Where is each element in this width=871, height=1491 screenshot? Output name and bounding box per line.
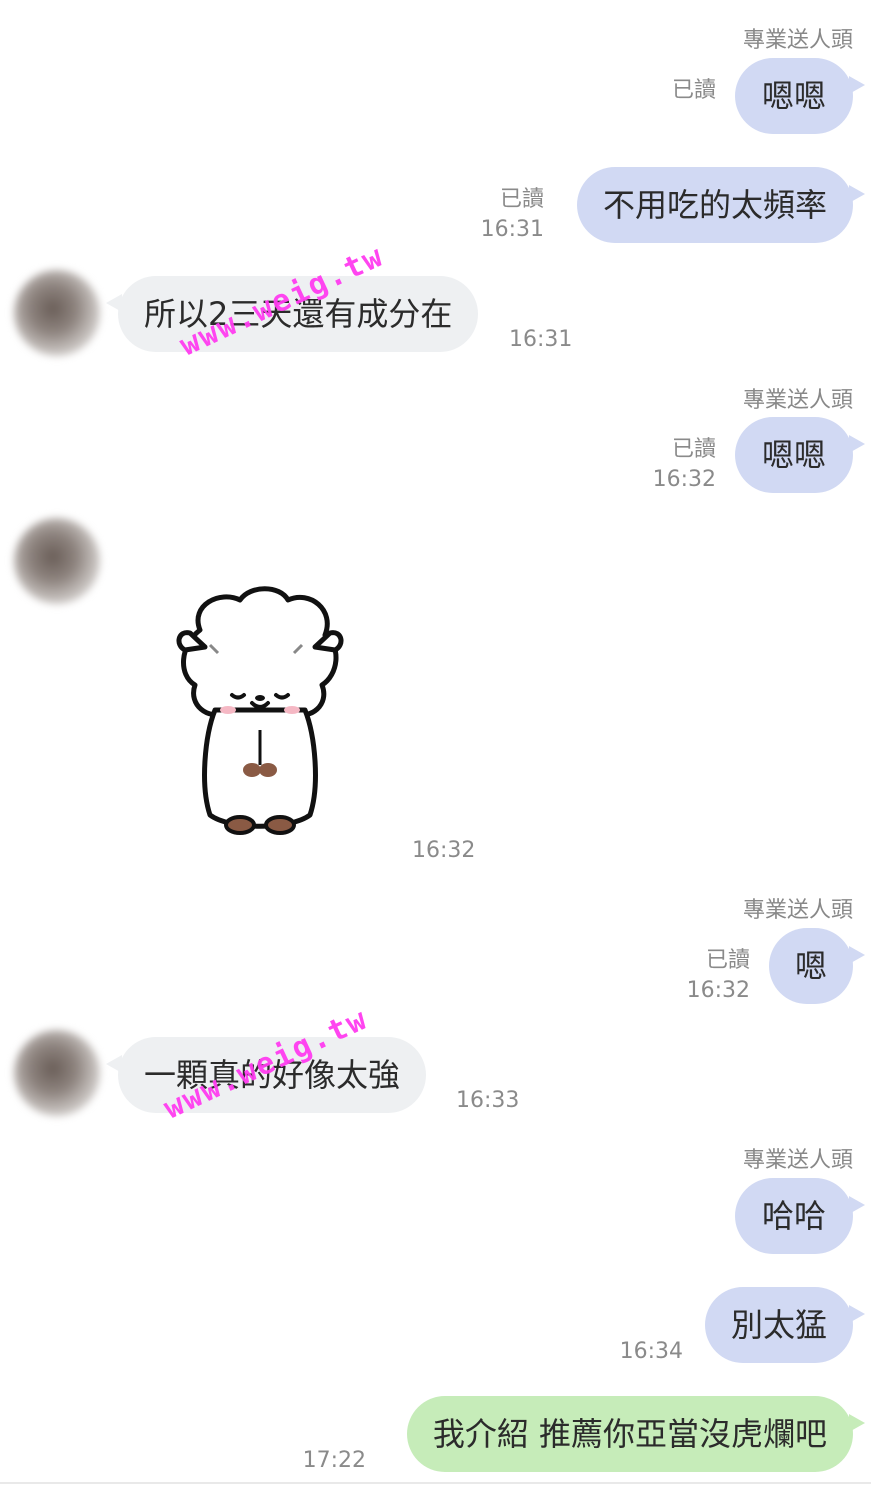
outgoing-message-bubble[interactable]: 不用吃的太頻率: [576, 167, 866, 243]
message-text: 不用吃的太頻率: [602, 186, 827, 224]
message-time: 16:31: [480, 217, 544, 242]
message-meta: 已讀 16:31: [481, 185, 544, 245]
message-text: 哈哈: [761, 1197, 826, 1235]
outgoing-message-bubble[interactable]: 別太猛: [704, 1287, 866, 1363]
read-receipt: 已讀: [499, 187, 544, 212]
contact-avatar[interactable]: [14, 270, 100, 356]
outgoing-message-bubble[interactable]: 我介紹 推薦你亞當沒虎爛吧: [406, 1396, 866, 1472]
sender-name: 專業送人頭: [742, 388, 853, 413]
contact-avatar[interactable]: [14, 1030, 100, 1116]
message-time: 16:32: [652, 467, 716, 492]
message-text: 別太猛: [730, 1306, 827, 1344]
message-text: 嗯嗯: [761, 77, 826, 115]
sheep-sticker-icon: [176, 586, 344, 835]
message-text: 嗯嗯: [761, 436, 826, 474]
message-time: 16:33: [456, 1088, 520, 1113]
sender-name: 專業送人頭: [742, 898, 853, 923]
message-text: 我介紹 推薦你亞當沒虎爛吧: [432, 1415, 827, 1453]
message-time: 16:32: [686, 978, 750, 1003]
message-time: 17:22: [302, 1448, 366, 1473]
message-meta: 已讀 16:32: [687, 946, 750, 1006]
message-time: 16:32: [412, 838, 476, 863]
outgoing-message-bubble[interactable]: 嗯嗯: [735, 417, 865, 493]
message-meta: 已讀: [672, 76, 716, 106]
contact-avatar[interactable]: [14, 518, 100, 604]
divider: [0, 1482, 871, 1484]
message-time: 16:31: [509, 327, 573, 352]
message-text: 嗯: [794, 947, 827, 985]
bowing-sheep-sticker[interactable]: [170, 585, 350, 845]
read-receipt: 已讀: [671, 437, 716, 462]
outgoing-message-bubble[interactable]: 嗯嗯: [735, 58, 865, 134]
chat-window: 專業送人頭 已讀 嗯嗯 已讀 16:31 不用吃的太頻率 所以2三天還有成分在 …: [0, 0, 871, 1491]
sender-name: 專業送人頭: [742, 1148, 853, 1173]
sender-name: 專業送人頭: [742, 28, 853, 53]
read-receipt: 已讀: [671, 78, 716, 103]
message-time: 16:34: [619, 1339, 683, 1364]
read-receipt: 已讀: [705, 948, 750, 973]
outgoing-message-bubble[interactable]: 哈哈: [735, 1178, 865, 1254]
message-meta: 已讀 16:32: [653, 435, 716, 495]
outgoing-message-bubble[interactable]: 嗯: [768, 928, 866, 1004]
